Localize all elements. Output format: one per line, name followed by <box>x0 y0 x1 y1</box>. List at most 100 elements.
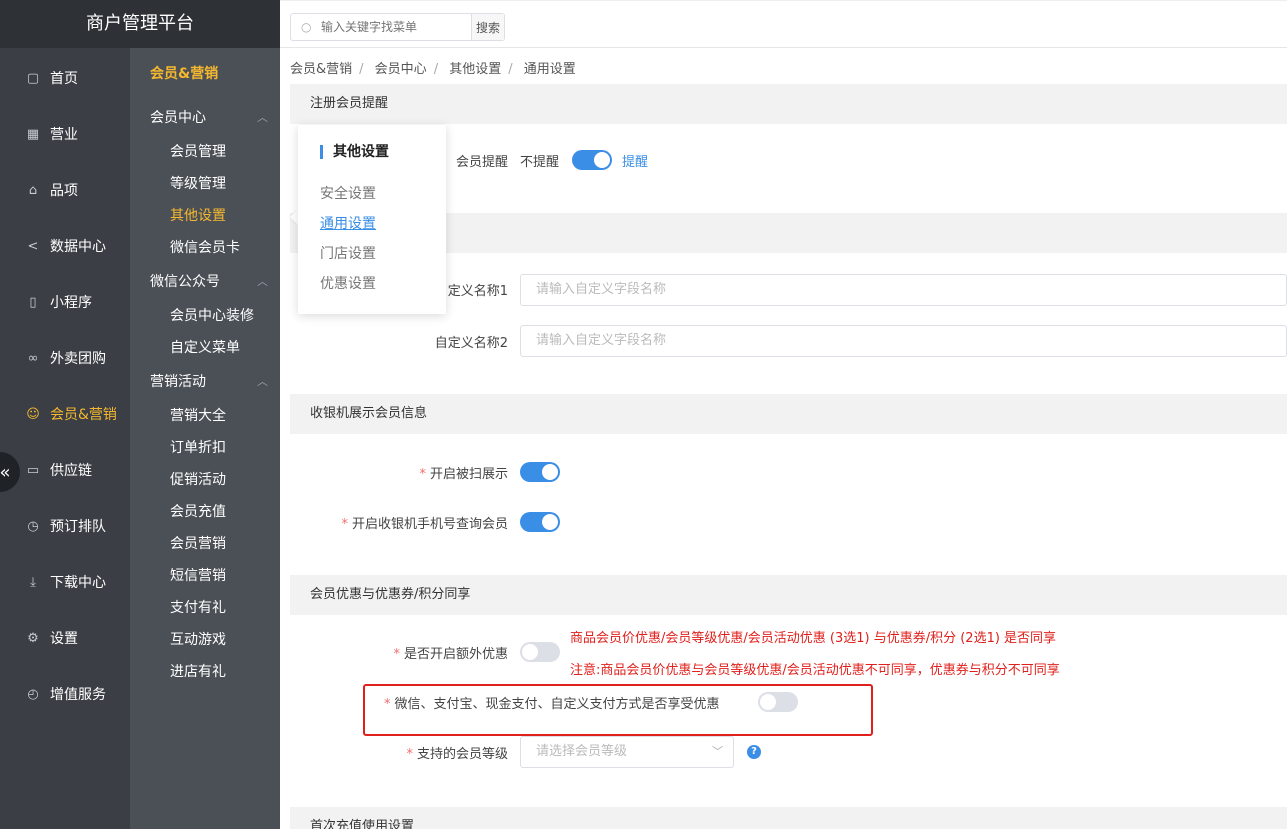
nav-group-label: 微信公众号 <box>150 274 220 290</box>
section-discount-title: 会员优惠与优惠券/积分同享 <box>290 575 1287 615</box>
nav-group-header[interactable]: 营销活动 ︿ <box>130 364 280 400</box>
nav-item-label: 下载中心 <box>50 575 106 591</box>
custom-field-2-label: 自定义名称2 <box>434 336 508 351</box>
nav-item-label: 增值服务 <box>50 687 106 703</box>
nav-item[interactable]: ◴ 增值服务 <box>0 666 130 722</box>
nav-group-label: 会员中心 <box>150 110 206 126</box>
brand-title: 商户管理平台 <box>0 0 280 48</box>
nav-subitem[interactable]: 等级管理 <box>130 168 280 200</box>
search-icon: ○ <box>301 20 312 34</box>
nav-item-label: 外卖团购 <box>50 351 106 367</box>
scan-display-switch[interactable] <box>520 462 560 482</box>
nav-item[interactable]: ⤓ 下载中心 <box>0 554 130 610</box>
nav-group-label: 营销活动 <box>150 374 206 390</box>
member-level-label: * 支持的会员等级 <box>406 747 508 762</box>
register-reminder-label: 会员提醒 <box>455 155 508 170</box>
register-reminder-switch[interactable] <box>572 150 612 170</box>
nav-item[interactable]: ⌂ 品项 <box>0 162 130 218</box>
home-icon: ▢ <box>26 70 40 86</box>
nav-group-header[interactable]: 微信公众号 ︿ <box>130 264 280 300</box>
gear-icon: ⚙ <box>27 630 39 646</box>
nav-subitem[interactable]: 短信营销 <box>130 560 280 592</box>
popup-title: 其他设置 <box>320 145 389 159</box>
phone-icon: ▯ <box>29 294 37 310</box>
nav-subitem[interactable]: 微信会员卡 <box>130 232 280 264</box>
download-icon: ⤓ <box>30 574 36 590</box>
search-box: ○ 搜索 <box>290 13 505 41</box>
clock-icon: ◷ <box>27 518 39 534</box>
popup-item-general[interactable]: 通用设置 <box>320 213 376 233</box>
nav-item-label: 品项 <box>50 183 78 199</box>
nav-subitem[interactable]: 会员充值 <box>130 496 280 528</box>
member-level-placeholder: 请选择会员等级 <box>536 744 628 759</box>
nav-subitem[interactable]: 促销活动 <box>130 464 280 496</box>
nav-item-label: 预订排队 <box>50 519 106 535</box>
nav-item-label: 设置 <box>50 631 78 647</box>
nav-item[interactable]: ◷ 预订排队 <box>0 498 130 554</box>
nav-group-header[interactable]: 会员中心 ︿ <box>130 100 280 136</box>
truck-icon: ▭ <box>26 462 40 478</box>
nav-item[interactable]: ▢ 首页 <box>0 50 130 106</box>
nav-subitem[interactable]: 订单折扣 <box>130 432 280 464</box>
nav-subitem[interactable]: 营销大全 <box>130 400 280 432</box>
breadcrumb-item[interactable]: 会员中心 <box>375 62 427 77</box>
nav-item-label: 营业 <box>50 127 78 143</box>
nav-item[interactable]: ☺ 会员&营销 <box>0 386 130 442</box>
breadcrumb: 会员&营销 / 会员中心 / 其他设置 / 通用设置 <box>290 62 576 77</box>
chevron-up-icon: ︿ <box>257 275 268 288</box>
chevron-up-icon: ︿ <box>257 111 268 124</box>
phone-query-label: * 开启收银机手机号查询会员 <box>341 517 508 532</box>
chevron-up-icon: ︿ <box>257 375 268 388</box>
secondary-sidebar-title: 会员&营销 <box>150 66 219 82</box>
breadcrumb-item[interactable]: 其他设置 <box>449 62 501 77</box>
nav-subitem[interactable]: 会员营销 <box>130 528 280 560</box>
primary-sidebar: ▢ 首页 ▦ 营业 ⌂ 品项 < 数据中心 ▯ 小程序 ∞ 外卖团购 ☺ 会员&营销 ▭ 供应链 ◷ 预订排队 ⤓ 下… <box>0 0 130 829</box>
top-bar: ○ 搜索 <box>280 0 1287 48</box>
nav-item[interactable]: ⚙ 设置 <box>0 610 130 666</box>
nav-item-label: 小程序 <box>50 295 92 311</box>
secondary-sidebar: 会员&营销 会员中心 ︿ 会员管理 等级管理 其他设置 微信会员卡微信公众号 ︿ 会员中心装修… <box>130 48 280 829</box>
payment-discount-label: * 微信、支付宝、现金支付、自定义支付方式是否享受优惠 <box>384 697 720 712</box>
nav-subitem[interactable]: 自定义菜单 <box>130 332 280 364</box>
help-icon[interactable]: ? <box>747 745 761 759</box>
section-register-title: 注册会员提醒 <box>290 84 1287 124</box>
nav-subitem[interactable]: 支付有礼 <box>130 592 280 624</box>
nav-item-label: 数据中心 <box>50 239 106 255</box>
other-settings-popup: 其他设置 安全设置 通用设置 门店设置 优惠设置 <box>298 125 446 314</box>
custom-field-1-input[interactable]: 请输入自定义字段名称 <box>520 274 1287 306</box>
nav-item-label: 会员&营销 <box>50 407 117 423</box>
nav-item[interactable]: ▯ 小程序 <box>0 274 130 330</box>
search-button[interactable]: 搜索 <box>471 14 504 40</box>
popup-item-security[interactable]: 安全设置 <box>320 183 376 203</box>
nav-item[interactable]: ▦ 营业 <box>0 106 130 162</box>
extra-discount-label: * 是否开启额外优惠 <box>393 647 508 662</box>
nav-subitem[interactable]: 进店有礼 <box>130 656 280 688</box>
bike-icon: ∞ <box>27 350 39 366</box>
calendar-icon: ▦ <box>26 126 40 142</box>
extra-discount-switch[interactable] <box>520 642 560 662</box>
nav-subitem[interactable]: 互动游戏 <box>130 624 280 656</box>
alarm-icon: ◴ <box>27 686 39 702</box>
member-level-select[interactable]: 请选择会员等级 ﹀ <box>520 736 734 768</box>
nav-subitem[interactable]: 会员管理 <box>130 136 280 168</box>
primary-nav-list: ▢ 首页 ▦ 营业 ⌂ 品项 < 数据中心 ▯ 小程序 ∞ 外卖团购 ☺ 会员&营销 ▭ 供应链 ◷ 预订排队 ⤓ 下… <box>0 50 130 722</box>
scan-display-label: * 开启被扫展示 <box>419 467 508 482</box>
bag-icon: ⌂ <box>28 182 38 198</box>
popup-item-store[interactable]: 门店设置 <box>320 243 376 263</box>
share-icon: < <box>27 238 39 254</box>
register-on-text: 提醒 <box>622 155 649 170</box>
nav-item-label: 供应链 <box>50 463 92 479</box>
section-first-recharge-title: 首次充值使用设置 <box>290 807 1287 829</box>
nav-item[interactable]: < 数据中心 <box>0 218 130 274</box>
breadcrumb-item[interactable]: 会员&营销 <box>290 62 352 77</box>
section-cashier-title: 收银机展示会员信息 <box>290 394 1287 434</box>
payment-discount-switch[interactable] <box>758 692 798 712</box>
popup-item-discount[interactable]: 优惠设置 <box>320 273 376 293</box>
phone-query-switch[interactable] <box>520 512 560 532</box>
search-input[interactable] <box>291 14 471 40</box>
nav-item-label: 首页 <box>50 71 78 87</box>
nav-item[interactable]: ∞ 外卖团购 <box>0 330 130 386</box>
custom-field-2-input[interactable]: 请输入自定义字段名称 <box>520 325 1287 357</box>
nav-subitem[interactable]: 其他设置 <box>130 200 280 232</box>
nav-subitem[interactable]: 会员中心装修 <box>130 300 280 332</box>
